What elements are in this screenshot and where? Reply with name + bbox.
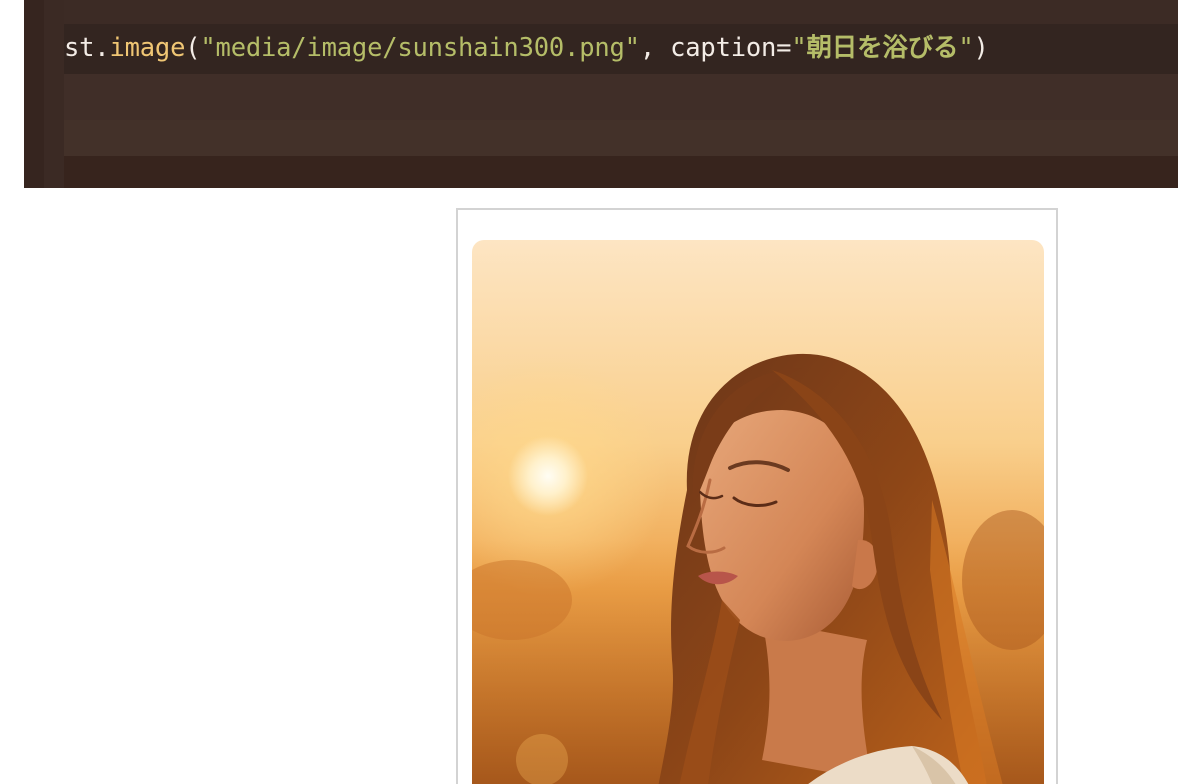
sunrise-portrait-illustration (472, 240, 1044, 784)
streamlit-page: st.image("media/image/sunshain300.png", … (0, 0, 1178, 784)
code-band-lower (24, 120, 1178, 156)
image-card (456, 208, 1058, 784)
code-token-function: image (109, 33, 186, 63)
code-band-middle (24, 74, 1178, 120)
code-token-caption-arg: , caption= (639, 33, 792, 63)
code-token-open-paren: ( (185, 33, 201, 63)
code-band-top (24, 0, 1178, 24)
code-token-close-paren: ) (973, 33, 989, 63)
code-token-path-string: "media/image/sunshain300.png" (200, 33, 640, 63)
code-token-caption-text: 朝日を浴びる (806, 33, 959, 63)
photo-image (472, 240, 1044, 784)
code-line-1: st.image("media/image/sunshain300.png", … (64, 24, 989, 74)
code-token-quote-close: " (958, 33, 974, 63)
code-gutter (24, 0, 44, 188)
code-band-bottom (24, 156, 1178, 188)
code-gutter-inner (44, 0, 64, 188)
code-token-quote-open: " (791, 33, 807, 63)
code-token-object: st. (64, 33, 110, 63)
code-block: st.image("media/image/sunshain300.png", … (24, 0, 1178, 188)
